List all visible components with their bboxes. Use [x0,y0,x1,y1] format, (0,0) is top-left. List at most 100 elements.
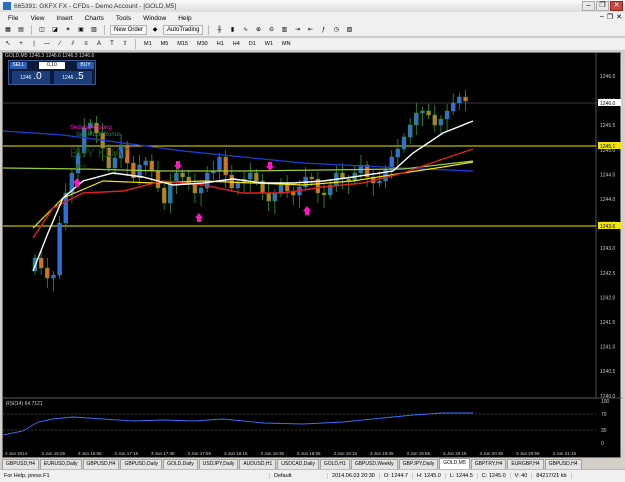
metaeditor-icon[interactable]: ◆ [150,25,160,35]
tab-chart[interactable]: GOLD,Daily [163,459,198,469]
sell-button[interactable]: SELL [10,62,27,69]
bid-quote[interactable]: 1246 .0 [12,71,50,84]
tab-chart[interactable]: USDCAD,Daily [277,459,319,469]
indicators-icon[interactable]: ƒ [318,25,328,35]
menu-view[interactable]: View [24,15,50,22]
timeframe-d1[interactable]: D1 [246,39,259,49]
sell-arrow-icon [266,162,274,171]
window-title: 665391: GKFX FX - CFDs - Demo Account - … [14,2,177,10]
time-axis-label: 3 Jun 20:55 [516,451,540,456]
tab-chart[interactable]: GBPUSD,H4 [82,459,120,469]
status-datetime: 2014.06.03 20:30 [328,473,380,479]
crosshair-icon[interactable]: + [16,39,26,49]
timeframe-w1[interactable]: W1 [262,39,276,49]
timeframe-m15[interactable]: M15 [174,39,191,49]
bar-chart-icon[interactable]: ╫ [214,25,224,35]
candle-body [45,267,50,279]
candle-body [272,192,278,202]
trendline-icon[interactable]: ⁄ [55,39,65,49]
candle-body [57,222,62,276]
cursor-icon[interactable]: ↖ [3,39,13,49]
channel-icon[interactable]: ⫽ [68,39,78,49]
templates-icon[interactable]: ▨ [344,25,354,35]
mdi-close-button[interactable]: ✕ [616,13,622,21]
profiles-icon[interactable]: ▤ [16,25,26,35]
candle-body [161,187,167,204]
arrow-tool-icon[interactable]: ⇧ [120,39,130,49]
tab-chart[interactable]: GBPJPY,Daily [398,459,439,469]
toolbar-separator [104,25,105,35]
tab-chart[interactable]: GBPUSD,Weekly [350,459,398,469]
menu-window[interactable]: Window [137,15,172,22]
zoom-in-icon[interactable]: ⊕ [253,25,263,35]
candle-body [278,184,284,194]
tab-chart[interactable]: EURGBP,H4 [507,459,544,469]
timeframe-h1[interactable]: H1 [214,39,227,49]
new-order-button[interactable]: New Order [110,25,148,35]
tab-chart-active[interactable]: GOLD,M5 [439,458,470,469]
tab-chart[interactable]: AUDUSD,H1 [239,459,277,469]
timeframe-h4[interactable]: H4 [230,39,243,49]
candle-body [198,187,204,194]
tab-chart[interactable]: GOLD,H1 [319,459,350,469]
line-chart-icon[interactable]: ∿ [240,25,250,35]
chart-shift-icon[interactable]: ⇤ [305,25,315,35]
buy-button[interactable]: BUY [77,62,94,69]
mdi-minimize-button[interactable]: – [600,13,604,21]
tab-chart[interactable]: EURUSD,Daily [39,459,82,469]
candlestick-icon[interactable]: ▮ [227,25,237,35]
status-help: For Help, press F1 [0,473,270,479]
status-traffic: 84217/21 kb [532,473,572,479]
tab-chart[interactable]: GBPTRY,H4 [470,459,507,469]
tab-chart[interactable]: USDJPY,Daily [198,459,239,469]
autoscroll-icon[interactable]: ⇥ [292,25,302,35]
mdi-restore-button[interactable]: ❐ [607,13,613,21]
rsi-axis-100: 100 [601,399,610,405]
vertical-line-icon[interactable]: | [29,39,39,49]
time-axis-label: 3 Jun 17:55 [188,451,212,456]
maximize-button[interactable]: ❐ [596,1,609,11]
minimize-button[interactable]: – [582,1,595,11]
tab-chart[interactable]: GBPUSD,H4 [544,459,582,469]
timeframe-m1[interactable]: M1 [141,39,155,49]
label-tool-icon[interactable]: T [107,39,117,49]
timeframe-mn[interactable]: MN [279,39,294,49]
time-axis-label: 3 Jun 18:15 [224,451,248,456]
timeframe-m5[interactable]: M5 [158,39,172,49]
time-axis-label: 3 Jun 19:55 [407,451,431,456]
time-axis-label: 3 Jun 20:35 [480,451,504,456]
menu-charts[interactable]: Charts [79,15,110,22]
chart-canvas[interactable]: 1246.51246.01245.51245.01244.51244.01243… [3,53,622,459]
tab-chart[interactable]: GBPUSD,H4 [2,459,39,469]
tester-icon[interactable]: ▧ [89,25,99,35]
data-window-icon[interactable]: ◪ [50,25,60,35]
periods-icon[interactable]: ◷ [331,25,341,35]
chart-window[interactable]: GOLD,M5 1246.3 1246.6 1246.3 1246.6 1246… [2,52,622,459]
terminal-icon[interactable]: ▣ [76,25,86,35]
autotrading-button[interactable]: AutoTrading [163,25,204,35]
market-watch-icon[interactable]: ◫ [37,25,47,35]
menu-tools[interactable]: Tools [110,15,137,22]
navigator-icon[interactable]: ✶ [63,25,73,35]
zoom-out-icon[interactable]: ⊖ [266,25,276,35]
candle-body [180,172,185,178]
ask-quote[interactable]: 1246 .5 [54,71,92,84]
horizontal-line-icon[interactable]: — [42,39,52,49]
lot-size-input[interactable]: 0.10 [39,62,65,69]
tile-icon[interactable]: ▥ [279,25,289,35]
timeframe-m30[interactable]: M30 [194,39,211,49]
fibonacci-icon[interactable]: ≡ [81,39,91,49]
close-button[interactable]: ✕ [610,1,623,11]
menu-file[interactable]: File [2,15,24,22]
new-chart-icon[interactable]: ▦ [3,25,13,35]
price-axis-label: 1242.0 [600,295,616,301]
menu-help[interactable]: Help [172,15,197,22]
candle-body [438,118,444,126]
time-axis-bottom: 3 Jun 2014 3 Jun 16:25 3 Jun 16:55 3 Jun 17… [5,451,577,456]
ma-red-line [32,148,474,239]
rsi-axis-30: 30 [601,428,607,434]
text-tool-icon[interactable]: A [94,39,104,49]
candlestick-series [32,90,468,291]
tab-chart[interactable]: GBPUSD,Daily [120,459,163,469]
menu-insert[interactable]: Insert [50,15,78,22]
